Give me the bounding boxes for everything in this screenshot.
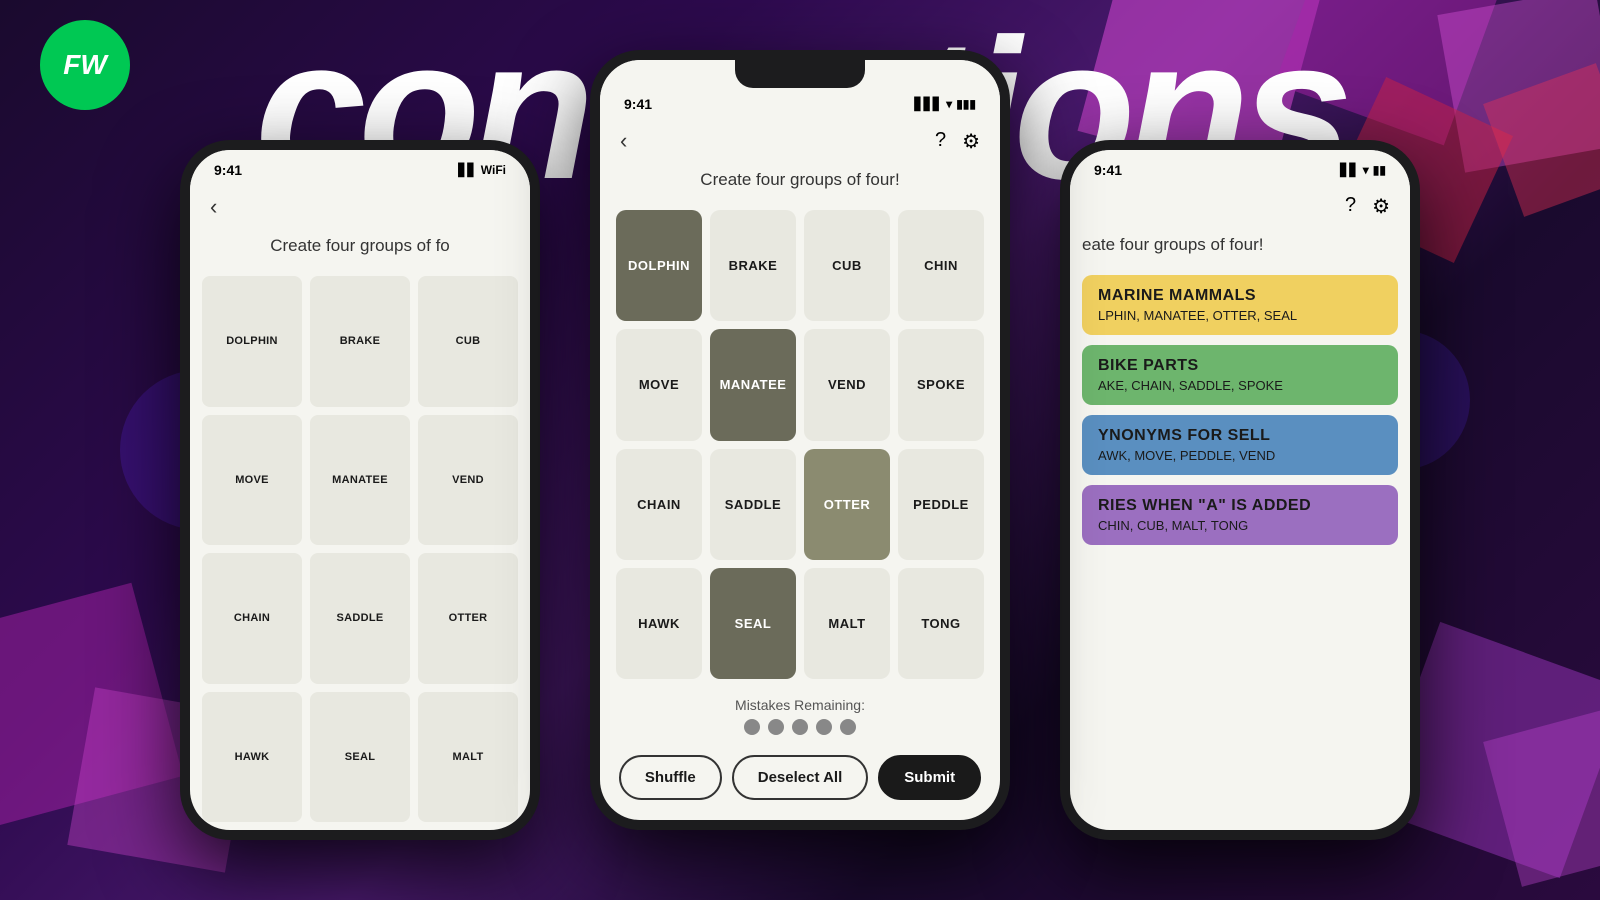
right-nav-icons: ? ⚙ xyxy=(1345,194,1390,219)
word-cell-brake[interactable]: BRAKE xyxy=(710,210,796,321)
left-back-button[interactable]: ‹ xyxy=(210,194,217,220)
mistakes-section: Mistakes Remaining: xyxy=(600,687,1000,745)
dot-2 xyxy=(768,719,784,735)
result-card-words-a: RIES WHEN "A" IS ADDED CHIN, CUB, MALT, … xyxy=(1082,485,1398,545)
dot-5 xyxy=(840,719,856,735)
deselect-button[interactable]: Deselect All xyxy=(732,755,869,800)
dot-4 xyxy=(816,719,832,735)
center-game-subtitle: Create four groups of four! xyxy=(600,162,1000,202)
word-cell-dolphin[interactable]: DOLPHIN xyxy=(616,210,702,321)
mistakes-label: Mistakes Remaining: xyxy=(735,697,865,713)
right-phone-nav: ? ⚙ xyxy=(1070,186,1410,227)
right-status-bar: 9:41 ▋▋ ▾ ▮▮ xyxy=(1070,150,1410,186)
center-status-icons: ▋▋▋ ▾ ▮▮▮ xyxy=(914,97,976,111)
signal-bar-icon: ▋▋▋ xyxy=(914,97,942,111)
word-cell-peddle[interactable]: PEDDLE xyxy=(898,449,984,560)
wifi-icon: WiFi xyxy=(481,163,506,177)
word-cell-cub[interactable]: CUB xyxy=(804,210,890,321)
left-phone-screen: 9:41 ▋▋ WiFi ‹ Create four groups of fo … xyxy=(190,150,530,830)
signal-icon: ▋▋ xyxy=(1340,163,1358,177)
left-phone-nav: ‹ xyxy=(190,186,530,228)
result-card-bike-parts: BIKE PARTS AKE, CHAIN, SADDLE, SPOKE xyxy=(1082,345,1398,405)
word-cell-seal[interactable]: SEAL xyxy=(710,568,796,679)
center-status-time: 9:41 xyxy=(624,96,652,112)
center-back-button[interactable]: ‹ xyxy=(620,128,627,154)
right-settings-icon[interactable]: ⚙ xyxy=(1372,194,1390,219)
right-help-icon[interactable]: ? xyxy=(1345,194,1356,219)
result-words-bike: AKE, CHAIN, SADDLE, SPOKE xyxy=(1098,378,1382,393)
word-cell-manatee[interactable]: MANATEE xyxy=(710,329,796,440)
wifi-icon: ▾ xyxy=(946,97,952,111)
dot-1 xyxy=(744,719,760,735)
list-item[interactable]: HAWK xyxy=(202,692,302,823)
word-cell-chin[interactable]: CHIN xyxy=(898,210,984,321)
list-item[interactable]: MALT xyxy=(418,692,518,823)
list-item[interactable]: CHAIN xyxy=(202,553,302,684)
word-cell-tong[interactable]: TONG xyxy=(898,568,984,679)
result-card-synonyms: YNONYMS FOR SELL AWK, MOVE, PEDDLE, VEND xyxy=(1082,415,1398,475)
list-item[interactable]: MANATEE xyxy=(310,415,410,546)
settings-icon[interactable]: ⚙ xyxy=(962,129,980,154)
list-item[interactable]: BRAKE xyxy=(310,276,410,407)
battery-icon: ▮▮ xyxy=(1373,163,1386,177)
list-item[interactable]: SADDLE xyxy=(310,553,410,684)
signal-icon: ▋▋ xyxy=(458,163,476,177)
battery-icon: ▮▮▮ xyxy=(956,97,976,111)
mistake-dots xyxy=(610,719,990,735)
word-cell-malt[interactable]: MALT xyxy=(804,568,890,679)
left-phone: 9:41 ▋▋ WiFi ‹ Create four groups of fo … xyxy=(180,140,540,840)
wifi-icon: ▾ xyxy=(1363,163,1369,177)
word-cell-otter[interactable]: OTTER xyxy=(804,449,890,560)
left-status-time: 9:41 xyxy=(214,162,242,178)
center-phone: 9:41 ▋▋▋ ▾ ▮▮▮ ‹ ? ⚙ Create four groups … xyxy=(590,50,1010,830)
result-card-marine-mammals: MARINE MAMMALS LPHIN, MANATEE, OTTER, SE… xyxy=(1082,275,1398,335)
right-phone: 9:41 ▋▋ ▾ ▮▮ ? ⚙ eate four groups of fou… xyxy=(1060,140,1420,840)
center-phone-nav: ‹ ? ⚙ xyxy=(600,120,1000,162)
left-status-icons: ▋▋ WiFi xyxy=(458,163,506,177)
help-icon[interactable]: ? xyxy=(935,129,946,154)
phone-notch xyxy=(735,60,865,88)
result-words-marine: LPHIN, MANATEE, OTTER, SEAL xyxy=(1098,308,1382,323)
list-item[interactable]: VEND xyxy=(418,415,518,546)
nav-icons: ? ⚙ xyxy=(935,129,980,154)
list-item[interactable]: OTTER xyxy=(418,553,518,684)
result-words-a: CHIN, CUB, MALT, TONG xyxy=(1098,518,1382,533)
list-item[interactable]: MOVE xyxy=(202,415,302,546)
shuffle-button[interactable]: Shuffle xyxy=(619,755,722,800)
word-cell-hawk[interactable]: HAWK xyxy=(616,568,702,679)
right-status-icons: ▋▋ ▾ ▮▮ xyxy=(1340,163,1386,177)
result-words-synonyms: AWK, MOVE, PEDDLE, VEND xyxy=(1098,448,1382,463)
center-word-grid: DOLPHIN BRAKE CUB CHIN MOVE MANATEE VEND… xyxy=(600,202,1000,687)
left-status-bar: 9:41 ▋▋ WiFi xyxy=(190,150,530,186)
word-cell-vend[interactable]: VEND xyxy=(804,329,890,440)
left-word-grid: DOLPHIN BRAKE CUB MOVE MANATEE VEND CHAI… xyxy=(190,268,530,830)
result-title-marine: MARINE MAMMALS xyxy=(1098,287,1382,305)
right-phone-screen: 9:41 ▋▋ ▾ ▮▮ ? ⚙ eate four groups of fou… xyxy=(1070,150,1410,830)
action-buttons: Shuffle Deselect All Submit xyxy=(600,745,1000,820)
dot-3 xyxy=(792,719,808,735)
result-title-synonyms: YNONYMS FOR SELL xyxy=(1098,427,1382,445)
left-game-subtitle: Create four groups of fo xyxy=(190,228,530,268)
right-status-time: 9:41 xyxy=(1094,162,1122,178)
fw-logo: FW xyxy=(40,20,130,110)
fw-logo-text: FW xyxy=(63,49,107,81)
result-title-bike: BIKE PARTS xyxy=(1098,357,1382,375)
list-item[interactable]: DOLPHIN xyxy=(202,276,302,407)
result-title-words-a: RIES WHEN "A" IS ADDED xyxy=(1098,497,1382,515)
list-item[interactable]: SEAL xyxy=(310,692,410,823)
list-item[interactable]: CUB xyxy=(418,276,518,407)
word-cell-spoke[interactable]: SPOKE xyxy=(898,329,984,440)
right-game-subtitle: eate four groups of four! xyxy=(1070,227,1410,267)
word-cell-saddle[interactable]: SADDLE xyxy=(710,449,796,560)
results-screen: MARINE MAMMALS LPHIN, MANATEE, OTTER, SE… xyxy=(1070,267,1410,563)
center-phone-screen: 9:41 ▋▋▋ ▾ ▮▮▮ ‹ ? ⚙ Create four groups … xyxy=(600,60,1000,820)
submit-button[interactable]: Submit xyxy=(878,755,981,800)
word-cell-move[interactable]: MOVE xyxy=(616,329,702,440)
word-cell-chain[interactable]: CHAIN xyxy=(616,449,702,560)
